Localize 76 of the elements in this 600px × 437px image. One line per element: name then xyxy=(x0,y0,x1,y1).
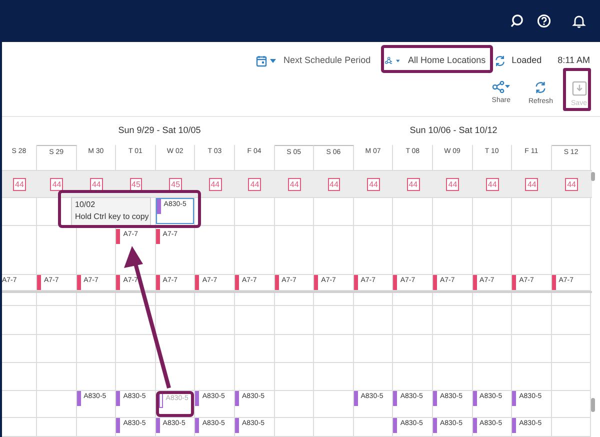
grid-cell xyxy=(2,363,37,391)
grid-cell xyxy=(472,306,512,335)
staff-count-badge: 44 xyxy=(446,178,460,190)
grid-cell xyxy=(2,391,37,418)
staff-count-badge: 45 xyxy=(169,178,182,190)
grid-cell xyxy=(37,418,77,437)
hierarchy-icon xyxy=(384,55,392,66)
highlight-frame xyxy=(563,68,591,111)
week-range-label: Sun 9/29 - Sat 10/05 xyxy=(118,124,201,138)
current-time: 8:11 AM xyxy=(558,54,590,67)
staff-count-badge: 44 xyxy=(328,178,340,190)
grid-cell xyxy=(234,335,275,363)
load-status: Loaded xyxy=(512,54,542,67)
grid-cell xyxy=(512,335,552,363)
staff-count-badge: 44 xyxy=(248,178,262,190)
grid-cell xyxy=(393,306,433,335)
staff-count-badge: 44 xyxy=(565,178,578,190)
notification-bell-icon[interactable] xyxy=(572,14,586,28)
grid-cell xyxy=(37,363,77,391)
staff-count-badge: 44 xyxy=(13,178,26,190)
grid-cell xyxy=(195,335,235,363)
grid-cell xyxy=(156,306,196,335)
grid-cell xyxy=(195,306,235,335)
grid-cell xyxy=(37,306,77,335)
grid-cell xyxy=(2,418,37,437)
staff-count-badge: 44 xyxy=(208,178,222,190)
caret-icon xyxy=(270,58,276,62)
grid-cell xyxy=(274,335,314,363)
help-icon[interactable] xyxy=(537,14,551,28)
staff-count-badge: 44 xyxy=(90,178,103,190)
grid-cell xyxy=(354,306,394,335)
staff-count-badge: 44 xyxy=(367,178,380,190)
grid-cell xyxy=(2,306,37,335)
grid-cell xyxy=(314,306,354,335)
caret-icon xyxy=(396,58,400,62)
grid-cell xyxy=(274,363,314,391)
staff-count-badge: 44 xyxy=(406,178,420,190)
scrollbar-thumb[interactable] xyxy=(591,172,595,181)
grid-cell xyxy=(432,335,473,363)
refresh-icon xyxy=(534,81,548,94)
grid-cell xyxy=(552,335,592,363)
grid-cell xyxy=(393,335,433,363)
date-picker-button[interactable] xyxy=(256,54,276,66)
staff-count-badge: 45 xyxy=(130,178,142,190)
schedule-period-label[interactable]: Next Schedule Period xyxy=(284,54,371,68)
grid-cell xyxy=(472,335,512,363)
grid-cell xyxy=(432,306,473,335)
grid-cell xyxy=(2,335,37,363)
grid-cell xyxy=(314,363,354,391)
tooltip-date: 10/02 xyxy=(75,199,96,211)
tooltip-hint: Hold Ctrl key to copy xyxy=(75,211,147,223)
save-icon xyxy=(572,81,586,96)
location-selector[interactable]: All Home Locations xyxy=(380,48,486,72)
grid-cell xyxy=(512,306,552,335)
grid-cell xyxy=(354,335,394,363)
grid-cell xyxy=(156,335,196,363)
grid-cell xyxy=(314,335,354,363)
grid-cell xyxy=(76,306,116,335)
grid-cell xyxy=(234,306,275,335)
staff-count-badge: 44 xyxy=(525,178,538,190)
sync-icon xyxy=(494,54,506,66)
grid-cell xyxy=(552,306,592,335)
share-icon xyxy=(492,81,510,93)
staff-count-badge: 44 xyxy=(486,178,499,190)
grid-cell xyxy=(314,418,354,437)
week-range-label: Sun 10/06 - Sat 10/12 xyxy=(410,124,498,138)
grid-cell xyxy=(116,306,156,335)
scrollbar-thumb[interactable] xyxy=(591,398,595,412)
search-icon[interactable] xyxy=(510,14,524,28)
grid-cell xyxy=(37,335,77,363)
calendar-icon xyxy=(256,54,267,66)
staff-count-badge: 44 xyxy=(50,178,64,190)
grid-cell xyxy=(274,306,314,335)
grid-cell xyxy=(76,335,116,363)
grid-cell xyxy=(552,363,592,391)
staff-count-badge: 44 xyxy=(288,178,301,190)
